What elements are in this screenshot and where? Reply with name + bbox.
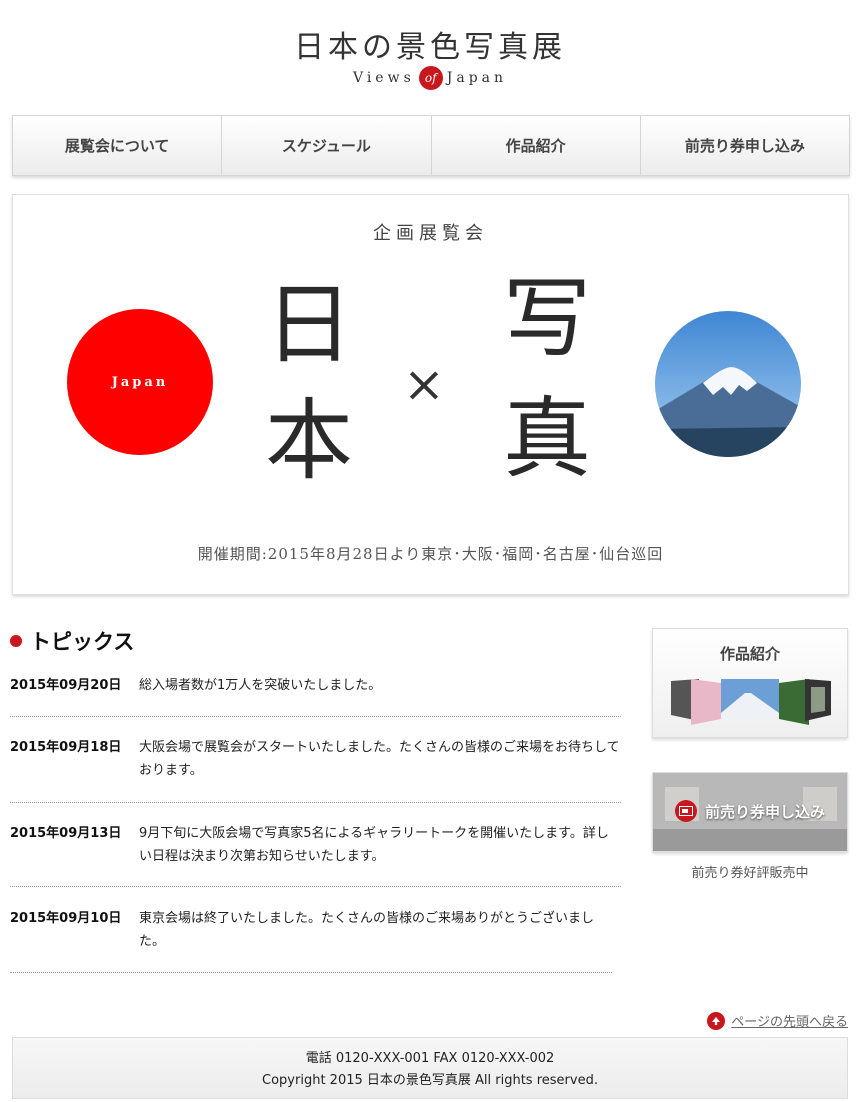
photo-gallery-icon <box>671 679 831 725</box>
topic-row: 2015年09月10日 東京会場は終了いたしました。たくさんの皆様のご来場ありが… <box>10 907 612 973</box>
page-top-label[interactable]: ページの先頭へ戻る <box>731 1011 848 1030</box>
red-dot-icon <box>10 635 22 647</box>
topic-row: 2015年09月18日 大阪会場で展覧会がスタートいたしました。たくさんの皆様の… <box>10 736 621 803</box>
nav-item-works[interactable]: 作品紹介 <box>432 116 641 175</box>
hero-char-hon: 本 <box>265 389 354 492</box>
footer-contact: 電話 0120-XXX-001 FAX 0120-XXX-002 <box>305 1051 555 1066</box>
ticket-banner[interactable]: 前売り券申し込み <box>652 772 848 852</box>
topic-row: 2015年09月13日 9月下旬に大阪会場で写真家5名によるギャラリートークを開… <box>10 822 621 887</box>
mount-fuji-image <box>655 311 801 457</box>
mount-fuji-photo <box>655 311 801 457</box>
japan-circle-label: Japan <box>111 374 169 390</box>
nav-item-tickets[interactable]: 前売り券申し込み <box>641 116 849 175</box>
arrow-up-icon <box>707 1011 726 1030</box>
nav-item-schedule[interactable]: スケジュール <box>222 116 432 175</box>
hero-period: 開催期間:2015年8月28日より東京･大阪･福岡･名古屋･仙台巡回 <box>197 545 664 563</box>
topic-row: 2015年09月20日 総入場者数が1万人を突破いたしました。 <box>10 674 621 717</box>
ticket-banner-label: 前売り券申し込み <box>653 800 847 822</box>
topic-text: 大阪会場で展覧会がスタートいたしました。たくさんの皆様のご来場をお待ちしておりま… <box>139 740 620 778</box>
hero-char-sha: 写 <box>503 267 592 370</box>
topic-text: 東京会場は終了いたしました。たくさんの皆様のご来場ありがとうございました。 <box>139 911 595 949</box>
global-nav: 展覧会について スケジュール 作品紹介 前売り券申し込み <box>12 115 850 176</box>
footer-copyright: Copyright 2015 日本の景色写真展 All rights reser… <box>262 1073 598 1088</box>
topic-date: 2015年09月20日 <box>10 678 122 693</box>
subtitle-views: Views <box>352 70 415 86</box>
topic-date: 2015年09月13日 <box>10 826 122 841</box>
topic-date: 2015年09月10日 <box>10 911 122 926</box>
hero-char-shin: 真 <box>503 387 592 490</box>
subtitle-japan: Japan <box>446 70 508 86</box>
hero-kicker: 企画展覧会 <box>373 223 488 244</box>
works-banner[interactable]: 作品紹介 <box>652 628 848 738</box>
ticket-label-text: 前売り券申し込み <box>704 802 825 821</box>
subtitle-of-badge: of <box>418 66 443 90</box>
japan-circle: Japan <box>67 309 213 455</box>
nav-item-about[interactable]: 展覧会について <box>13 116 223 175</box>
site-title[interactable]: 日本の景色写真展 <box>0 22 860 66</box>
ticket-icon <box>674 800 697 822</box>
ticket-note: 前売り券好評販売中 <box>691 866 809 881</box>
hero-char-nichi: 日 <box>265 273 354 376</box>
topics-title: トピックス <box>30 630 135 654</box>
topic-text: 9月下旬に大阪会場で写真家5名によるギャラリートークを開催いたします。詳しい日程… <box>139 826 609 864</box>
topic-date: 2015年09月18日 <box>10 740 122 755</box>
hero-times-sign: × <box>403 355 445 413</box>
topic-text: 総入場者数が1万人を突破いたしました。 <box>139 678 382 693</box>
site-header: 日本の景色写真展 Views of Japan <box>0 0 860 110</box>
topics-heading: トピックス <box>10 626 134 656</box>
site-footer: 電話 0120-XXX-001 FAX 0120-XXX-002 Copyrig… <box>12 1037 848 1099</box>
site-subtitle: Views of Japan <box>0 66 860 90</box>
page-top-link[interactable]: ページの先頭へ戻る <box>707 1011 848 1030</box>
hero-banner: 企画展覧会 Japan 日 本 × 写 真 開催期間:2015年8月28日より東… <box>12 194 849 595</box>
